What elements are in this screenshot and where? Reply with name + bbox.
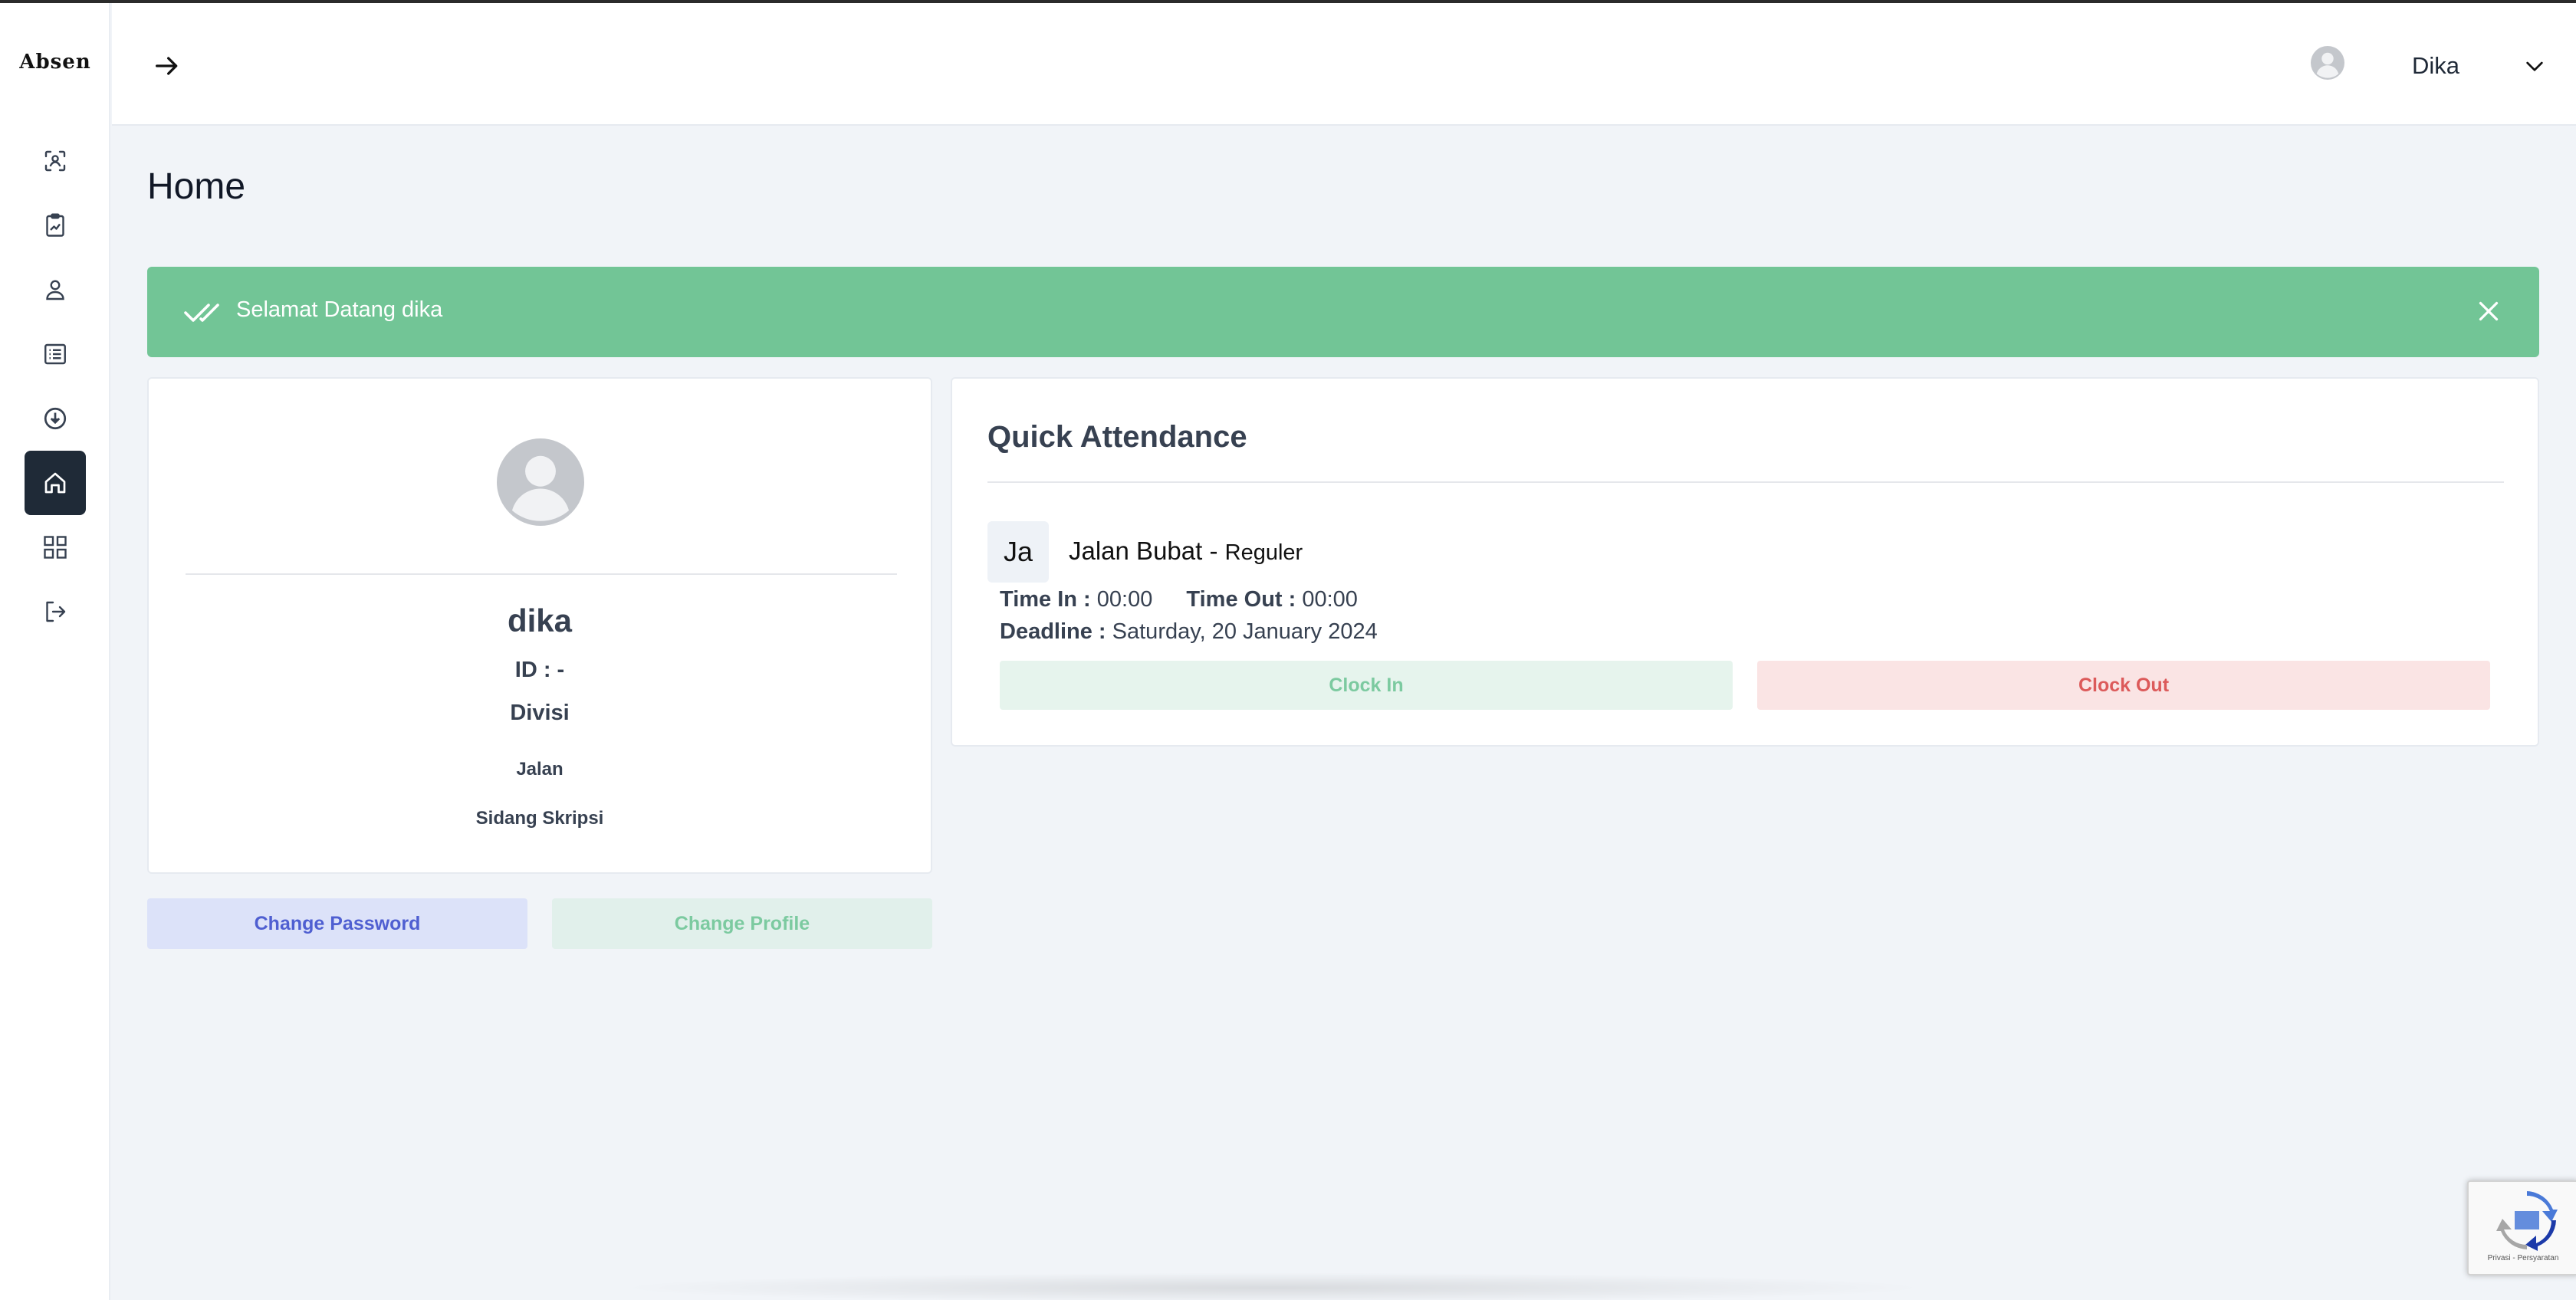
bottom-shadow [613,1272,1932,1300]
profile-id-value: - [557,658,565,682]
change-password-button[interactable]: Change Password [147,898,527,949]
quick-attendance-card: Quick Attendance Ja Jalan Bubat - Regule… [951,377,2539,747]
attendance-times: Time In : 00:00 Time Out : 00:00 [1000,587,1358,612]
change-profile-button[interactable]: Change Profile [552,898,932,949]
sidebar-item-report[interactable] [25,193,86,258]
chart-clipboard-icon [46,213,64,237]
logout-icon [46,601,66,622]
profile-division: Divisi [510,701,570,725]
profile-info-line1: Jalan [516,759,564,780]
sidebar-toggle-button[interactable] [146,48,189,84]
sidebar: Absen [0,3,110,1300]
user-avatar[interactable] [2311,46,2344,80]
recaptcha-badge[interactable]: Privasi - Persyaratan [2467,1180,2576,1275]
deadline-label: Deadline : [1000,619,1106,644]
clock-out-button[interactable]: Clock Out [1757,661,2490,710]
app-logo[interactable]: Absen [0,51,110,74]
time-out-value: 00:00 [1302,587,1358,612]
grid-icon [44,536,67,559]
sidebar-item-download[interactable] [25,386,86,451]
sidebar-item-scan[interactable] [25,129,86,193]
close-icon [2479,301,2499,321]
sidebar-item-home[interactable] [25,451,86,515]
profile-name: dika [507,602,573,639]
profile-id-label: ID : [514,658,551,682]
time-in-label: Time In : [1000,587,1091,612]
user-menu-dropdown[interactable] [2519,51,2550,81]
double-check-icon [184,304,219,322]
sidebar-item-profile[interactable] [25,258,86,322]
quick-attendance-divider [987,481,2504,483]
sidebar-item-list[interactable] [25,322,86,386]
location-name-text: Jalan Bubat - [1069,537,1225,565]
time-in-value: 00:00 [1096,587,1153,612]
time-out-label: Time Out : [1186,587,1296,612]
location-badge: Ja [987,521,1049,583]
home-icon [44,472,66,494]
location-type: Reguler [1224,540,1303,565]
alert-message: Selamat Datang dika [236,297,443,322]
scan-face-icon [44,150,66,172]
user-name[interactable]: Dika [2412,52,2459,80]
download-circle-icon [44,407,67,430]
welcome-alert: Selamat Datang dika [147,267,2539,357]
page-title: Home [147,166,246,207]
arrow-right-icon [156,57,178,75]
alert-close-button[interactable] [2470,293,2507,330]
profile-id: ID : - [149,658,931,683]
location-name: Jalan Bubat - Reguler [1069,537,1303,566]
profile-info-line2: Sidang Skripsi [475,808,604,829]
chevron-down-icon [2526,61,2543,71]
recaptcha-icon [2496,1191,2558,1251]
sidebar-item-apps[interactable] [25,515,86,579]
list-icon [44,343,66,365]
sidebar-item-logout[interactable] [25,579,86,644]
attendance-deadline: Deadline : Saturday, 20 January 2024 [1000,619,1378,645]
user-icon [46,280,64,300]
quick-attendance-title: Quick Attendance [987,420,1247,454]
clock-in-button[interactable]: Clock In [1000,661,1733,710]
profile-divider [186,573,897,575]
top-header: Dika [112,3,2576,126]
deadline-value: Saturday, 20 January 2024 [1112,619,1378,644]
recaptcha-links[interactable]: Privasi - Persyaratan [2469,1254,2576,1262]
profile-avatar [497,438,584,526]
profile-card: dika ID : - Divisi Jalan Sidang Skripsi [147,377,932,874]
